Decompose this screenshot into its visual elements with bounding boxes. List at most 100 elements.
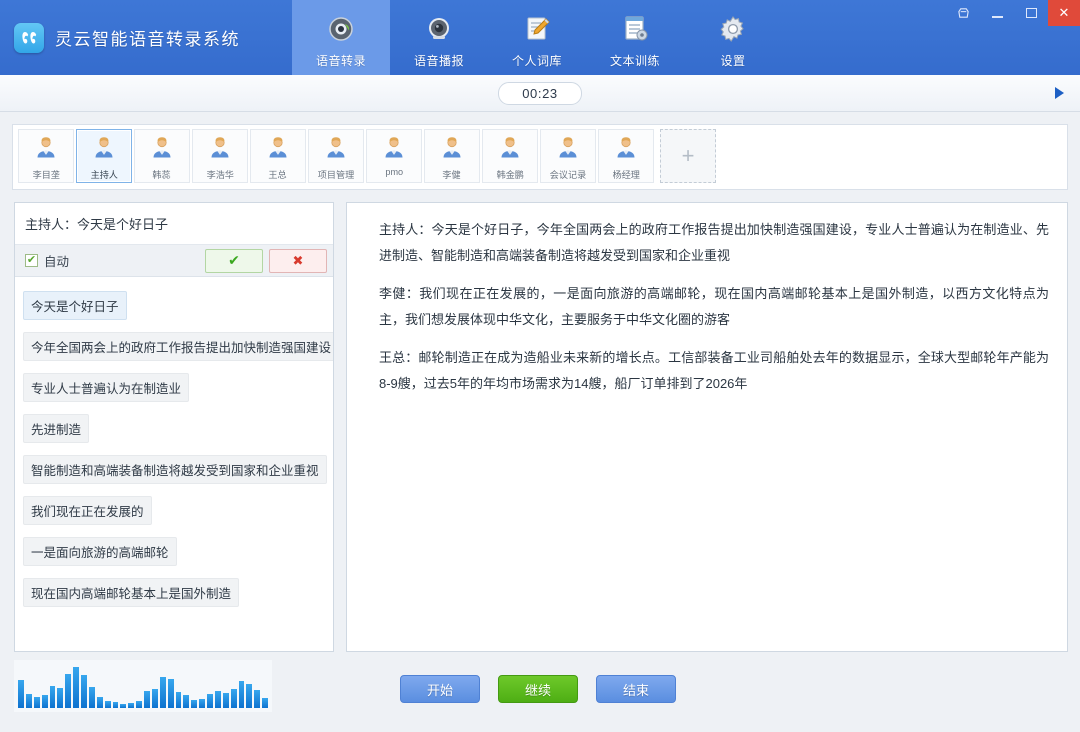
auto-label: 自动 bbox=[44, 255, 70, 269]
phrase-chip[interactable]: 智能制造和高端装备制造将越发受到国家和企业重视 bbox=[23, 455, 327, 484]
speaker-icon bbox=[423, 11, 455, 45]
phrase-chip-row: 专业人士普遍认为在制造业 bbox=[23, 373, 325, 414]
speaker-tab-strip: 李目垄 主持人 韩蕊 李浩华 王总 项目管理 pmo 李健 韩金鹏 会议记录 杨经理 + bbox=[12, 124, 1068, 190]
audio-waveform bbox=[14, 660, 272, 712]
user-avatar-icon bbox=[323, 134, 349, 165]
continue-button[interactable]: 继续 bbox=[498, 675, 578, 703]
main-nav-tabs: 语音转录 语音播报 个人词库 文本训练 设置 bbox=[292, 0, 782, 75]
user-avatar-icon bbox=[381, 134, 407, 165]
speaker-tab-label: 李浩华 bbox=[206, 170, 234, 181]
gear-icon bbox=[717, 11, 749, 45]
auto-checkbox[interactable] bbox=[25, 254, 38, 267]
nav-tab-label: 文本训练 bbox=[609, 53, 660, 68]
close-button[interactable] bbox=[1048, 0, 1080, 26]
application-window: 灵云智能语音转录系统 语音转录 语音播报 个人词库 文本训练 设置 ✕ 00:2… bbox=[0, 0, 1080, 732]
phrase-chip[interactable]: 今年全国两会上的政府工作报告提出加快制造强国建设 bbox=[23, 332, 333, 361]
waveform-bar bbox=[25, 694, 32, 708]
waveform-bar bbox=[199, 699, 205, 708]
phrase-chip-row: 一是面向旅游的高端邮轮 bbox=[23, 537, 325, 578]
speaker-tab[interactable]: 李浩华 bbox=[192, 129, 248, 183]
phrase-chip-row: 我们现在正在发展的 bbox=[23, 496, 325, 537]
user-avatar-icon bbox=[265, 134, 291, 165]
waveform-bar bbox=[238, 681, 245, 708]
window-controls bbox=[946, 0, 1080, 26]
speaker-tab-label: 王总 bbox=[268, 170, 288, 181]
waveform-bar bbox=[88, 687, 95, 708]
record-disc-icon bbox=[325, 11, 357, 45]
play-triangle-icon[interactable] bbox=[1050, 84, 1068, 102]
phrase-chip-row: 今天是个好日子 bbox=[23, 291, 325, 332]
maximize-button[interactable] bbox=[1014, 0, 1048, 26]
transcript-paragraph: 李健：我们现在正在发展的，一是面向旅游的高端邮轮，现在国内高端邮轮基本上是国外制… bbox=[379, 286, 1049, 327]
speaker-tab[interactable]: 杨经理 bbox=[598, 129, 654, 183]
confirm-button[interactable] bbox=[205, 248, 263, 273]
waveform-bar bbox=[18, 680, 24, 708]
current-utterance-line: 主持人：今天是个好日子 bbox=[15, 203, 333, 245]
speaker-tab-label: 杨经理 bbox=[612, 170, 640, 181]
waveform-bar bbox=[136, 701, 142, 708]
end-button[interactable]: 结束 bbox=[596, 675, 676, 703]
speaker-tab-label: 主持人 bbox=[90, 170, 118, 181]
user-avatar-icon bbox=[33, 134, 59, 165]
speaker-tab[interactable]: pmo bbox=[366, 129, 422, 183]
phrase-chip[interactable]: 先进制造 bbox=[23, 414, 90, 443]
speaker-tab-label: 韩蕊 bbox=[152, 170, 172, 181]
waveform-bar bbox=[96, 697, 103, 708]
nav-tab-voice-transcribe[interactable]: 语音转录 bbox=[292, 0, 390, 75]
speaker-tab[interactable]: 主持人 bbox=[76, 129, 132, 183]
brand: 灵云智能语音转录系统 bbox=[0, 0, 292, 75]
speaker-tab[interactable]: 韩蕊 bbox=[134, 129, 190, 183]
pin-on-top-button[interactable] bbox=[946, 0, 980, 26]
transcript-paragraph: 王总：邮轮制造正在成为造船业未来新的增长点。工信部装备工业司船舶处去年的数据显示… bbox=[379, 350, 1049, 391]
nav-tab-personal-lexicon[interactable]: 个人词库 bbox=[488, 0, 586, 75]
nav-tab-text-training[interactable]: 文本训练 bbox=[586, 0, 684, 75]
speaker-tab[interactable]: 韩金鹏 bbox=[482, 129, 538, 183]
phrase-chip[interactable]: 现在国内高端邮轮基本上是国外制造 bbox=[23, 578, 240, 607]
speaker-tab[interactable]: 王总 bbox=[250, 129, 306, 183]
user-avatar-icon bbox=[497, 134, 523, 165]
waveform-bar bbox=[104, 701, 111, 708]
speaker-tab[interactable]: 项目管理 bbox=[308, 129, 364, 183]
phrase-chip-row: 现在国内高端邮轮基本上是国外制造 bbox=[23, 578, 325, 619]
phrase-chip[interactable]: 一是面向旅游的高端邮轮 bbox=[23, 537, 177, 566]
phrase-chip[interactable]: 我们现在正在发展的 bbox=[23, 496, 152, 525]
nav-tab-voice-broadcast[interactable]: 语音播报 bbox=[390, 0, 488, 75]
phrase-chip[interactable]: 今天是个好日子 bbox=[23, 291, 127, 320]
speaker-tab-label: 项目管理 bbox=[317, 170, 355, 181]
waveform-bar bbox=[120, 704, 127, 708]
speaker-tab[interactable]: 会议记录 bbox=[540, 129, 596, 183]
notepad-pencil-icon bbox=[521, 11, 553, 45]
add-speaker-button[interactable]: + bbox=[660, 129, 716, 183]
start-button[interactable]: 开始 bbox=[400, 675, 480, 703]
waveform-bar bbox=[222, 693, 229, 708]
waveform-bar bbox=[33, 697, 40, 708]
waveform-bar bbox=[65, 674, 72, 708]
waveform-bar bbox=[49, 686, 56, 708]
waveform-bar bbox=[262, 698, 268, 708]
phrase-chip[interactable]: 专业人士普遍认为在制造业 bbox=[23, 373, 190, 402]
waveform-bar bbox=[254, 690, 261, 708]
nav-tab-settings[interactable]: 设置 bbox=[684, 0, 782, 75]
waveform-bar bbox=[144, 691, 150, 708]
recording-timer: 00:23 bbox=[498, 81, 582, 105]
reject-button[interactable] bbox=[269, 248, 327, 273]
nav-tab-label: 语音转录 bbox=[315, 53, 366, 68]
waveform-bar bbox=[81, 675, 87, 708]
speaker-tab[interactable]: 李目垄 bbox=[18, 129, 74, 183]
phrase-chip-row: 先进制造 bbox=[23, 414, 325, 455]
waveform-bar bbox=[41, 695, 48, 708]
waveform-bar bbox=[175, 692, 182, 708]
phrase-chip-row: 今年全国两会上的政府工作报告提出加快制造强国建设 bbox=[23, 332, 333, 373]
speaker-tab[interactable]: 李健 bbox=[424, 129, 480, 183]
speaker-tab-label: pmo bbox=[385, 167, 403, 178]
action-button-row: 开始 继续 结束 bbox=[400, 674, 700, 704]
waveform-bar bbox=[167, 679, 174, 708]
transcript-panel[interactable]: 主持人：今天是个好日子，今年全国两会上的政府工作报告提出加快制造强国建设，专业人… bbox=[346, 202, 1068, 652]
waveform-bar bbox=[57, 688, 64, 708]
left-editing-panel: 主持人：今天是个好日子 自动 今天是个好日子今年全国两会上的政府工作报告提出加快… bbox=[14, 202, 334, 652]
waveform-bar bbox=[112, 702, 119, 708]
user-avatar-icon bbox=[149, 134, 175, 165]
waveform-bar bbox=[191, 700, 198, 708]
minimize-button[interactable] bbox=[980, 0, 1014, 26]
waveform-bar bbox=[214, 691, 221, 708]
